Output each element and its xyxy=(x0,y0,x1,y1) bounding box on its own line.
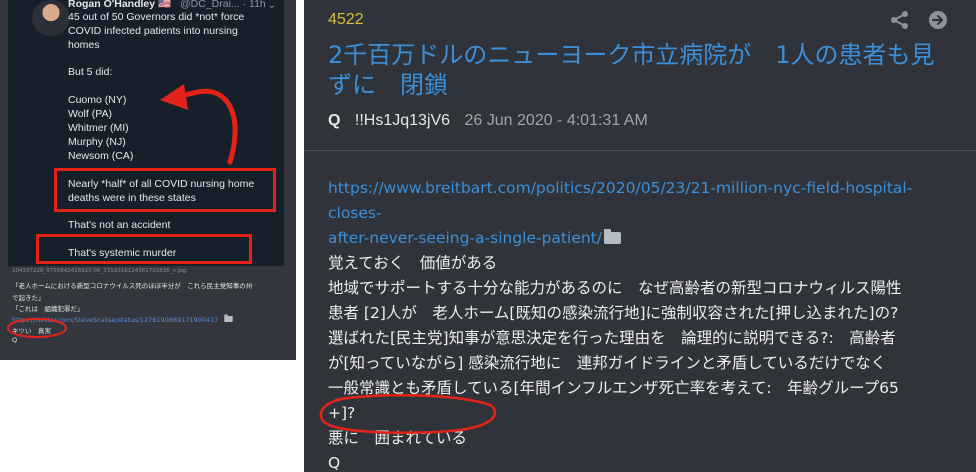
curved-arrow-annotation xyxy=(160,84,238,165)
article-link-line: after-never-seeing-a-single-patient/ xyxy=(328,229,602,247)
tweet-text-line: Wolf (PA) xyxy=(68,108,112,120)
translation-line: 「これは 組織犯罪だ」 xyxy=(12,305,84,313)
tweet-text-line: Whitmer (MI) xyxy=(68,122,129,134)
tweet-text-line: 45 out of 50 Governors did *not* force xyxy=(68,11,245,23)
body-line: +]? xyxy=(328,404,356,422)
tweet-link-text: https://twitter.com/SteveScalise/status/… xyxy=(12,316,219,324)
tweet-link[interactable]: https://twitter.com/SteveScalise/status/… xyxy=(12,313,237,325)
tweet-text-line: Newsom (CA) xyxy=(68,150,134,162)
tweet-text-line: That's not an accident xyxy=(68,219,171,231)
highlight-box xyxy=(36,234,252,264)
article-link-line: https://www.breitbart.com/politics/2020/… xyxy=(328,179,913,222)
body-line: Q xyxy=(328,454,341,472)
folder-icon xyxy=(224,314,234,322)
q-post: 4522 2千百万ドルのニューヨーク市立病院が 1人の患者も見ずに 閉鎖 Q !… xyxy=(304,0,976,472)
body-line: が[知っていながら] 感染流行地に 連邦ガイドラインと矛盾しているだけでなく xyxy=(328,354,887,372)
chevron-down-icon: ⌄ xyxy=(267,0,276,11)
tweet-handle: @DC_Drai... · 11h xyxy=(180,0,266,10)
post-number[interactable]: 4522 xyxy=(328,11,364,29)
body-line: 選ばれた[民主党]知事が意思決定を行った理由を 論理的に説明できる?: 高齢者 xyxy=(328,329,896,347)
translation-line: で起きた」 xyxy=(12,294,45,302)
image-filename: 104337228_9755842428920 06_2319316124361… xyxy=(12,268,187,274)
flag-icon: 🇺🇸 xyxy=(158,0,172,10)
tweet-text-line: But 5 did: xyxy=(68,66,113,78)
signature-q: Q xyxy=(12,336,18,344)
folder-icon[interactable] xyxy=(603,229,621,244)
article-link[interactable]: https://www.breitbart.com/politics/2020/… xyxy=(328,176,958,251)
embedded-tweet-image: Rogan O'Handley 🇺🇸 @DC_Drai... · 11h ⌄ 4… xyxy=(8,0,284,266)
tweet-text-line: Cuomo (NY) xyxy=(68,94,127,106)
divider xyxy=(304,150,976,151)
tweet-text-line: Murphy (NJ) xyxy=(68,136,126,148)
body-line: 悪に 囲まれている xyxy=(328,429,468,447)
arrow-right-circle-icon[interactable] xyxy=(928,10,948,30)
body-line: 一般常識とも矛盾している[年間インフルエンザ死亡率を考えて: 年齢グループ65 xyxy=(328,379,899,397)
share-icon[interactable] xyxy=(890,10,910,30)
tweet-author-name: Rogan O'Handley xyxy=(68,0,156,10)
post-author: Q xyxy=(328,112,341,129)
translation-line: 「老人ホームにおける新型コロナウイルス死のほぼ半分が これら民主党知事の州 xyxy=(12,282,253,290)
post-date: 26 Jun 2020 - 4:01:31 AM xyxy=(464,112,648,129)
tweet-header: Rogan O'Handley 🇺🇸 @DC_Drai... · 11h xyxy=(68,0,266,10)
tweet-text-line: COVID infected patients into nursing xyxy=(68,25,238,37)
post-meta: Q !!Hs1Jq13jV6 26 Jun 2020 - 4:01:31 AM xyxy=(328,112,648,130)
highlight-box xyxy=(54,168,276,212)
post-tripcode: !!Hs1Jq13jV6 xyxy=(354,112,451,129)
left-screenshot-panel: Rogan O'Handley 🇺🇸 @DC_Drai... · 11h ⌄ 4… xyxy=(0,0,296,360)
post-title: 2千百万ドルのニューヨーク市立病院が 1人の患者も見ずに 閉鎖 xyxy=(328,41,935,99)
body-line: 地域でサポートする十分な能力があるのに なぜ高齢者の新型コロナウィルス陽性 xyxy=(328,279,902,297)
translation-line: キツい 真実 xyxy=(12,327,51,335)
post-body: https://www.breitbart.com/politics/2020/… xyxy=(328,176,958,472)
tweet-text-line: homes xyxy=(68,39,100,51)
avatar xyxy=(32,0,70,36)
body-line: 患者 [2]人が 老人ホーム[既知の感染流行地]に強制収容された[押し込まれた]… xyxy=(328,304,899,322)
body-line: 覚えておく 価値がある xyxy=(328,254,498,272)
